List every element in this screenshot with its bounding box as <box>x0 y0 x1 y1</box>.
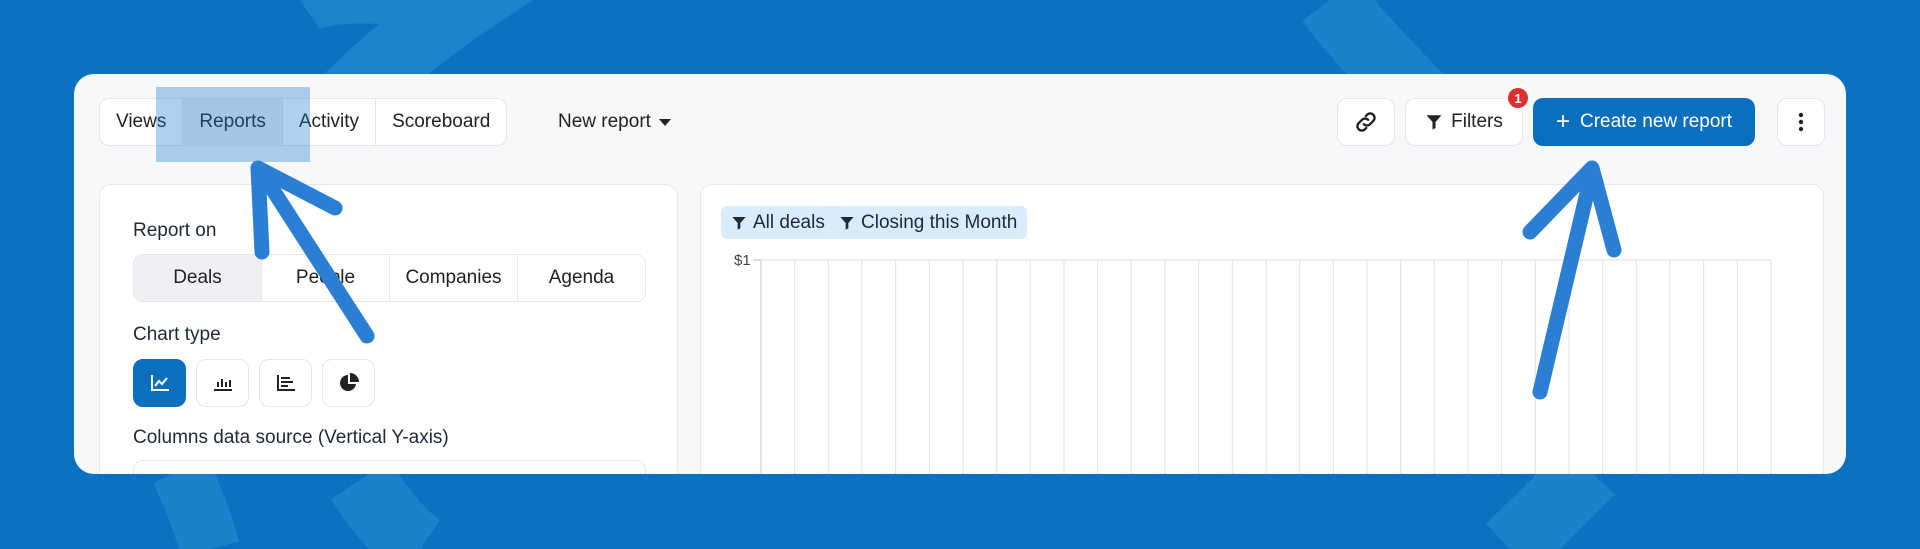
columns-source-label: Columns data source (Vertical Y-axis) <box>133 427 449 448</box>
caret-down-icon <box>658 118 671 126</box>
report-on-deals[interactable]: Deals <box>134 255 262 301</box>
chart-type-horizontal-bar-button[interactable] <box>259 359 312 407</box>
chart-preview-panel: All deals Closing this Month $1 <box>700 184 1824 474</box>
create-new-report-label: Create new report <box>1579 111 1733 132</box>
filters-count-badge: 1 <box>1506 86 1530 110</box>
report-on-label: Report on <box>133 220 217 241</box>
filters-label: Filters <box>1451 111 1503 132</box>
report-chart: $1 <box>734 252 1772 474</box>
line-chart-icon <box>150 375 169 391</box>
report-settings-panel: Report on Deals People Companies Agenda … <box>99 184 678 474</box>
pie-chart-icon <box>339 373 359 391</box>
chart-type-selector <box>133 359 375 407</box>
copy-link-button[interactable] <box>1337 98 1395 146</box>
view-tabs: Views Reports Activity Scoreboard <box>99 98 508 146</box>
app-window: Views Reports Activity Scoreboard New re… <box>74 74 1846 474</box>
columns-source-select[interactable] <box>133 460 646 474</box>
new-report-label: New report <box>558 111 651 132</box>
chart-type-line-button[interactable] <box>133 359 186 407</box>
tab-scoreboard[interactable]: Scoreboard <box>376 99 506 145</box>
new-report-dropdown[interactable]: New report <box>558 98 671 146</box>
bar-chart-icon <box>213 379 232 391</box>
filter-icon <box>1426 115 1442 130</box>
report-on-companies[interactable]: Companies <box>390 255 518 301</box>
horizontal-bar-chart-icon <box>276 375 295 391</box>
filters-button[interactable]: Filters <box>1405 98 1523 146</box>
more-options-button[interactable] <box>1777 98 1825 146</box>
link-icon <box>1356 112 1376 132</box>
tab-reports[interactable]: Reports <box>183 99 283 145</box>
chart-gridlines <box>760 260 1772 474</box>
create-new-report-button[interactable]: + Create new report <box>1533 98 1755 146</box>
plus-icon: + <box>1555 108 1570 135</box>
vertical-dots-icon <box>1798 112 1804 132</box>
chart-type-label: Chart type <box>133 324 221 345</box>
report-on-people[interactable]: People <box>262 255 390 301</box>
report-on-agenda[interactable]: Agenda <box>518 255 645 301</box>
chart-type-bar-button[interactable] <box>196 359 249 407</box>
report-on-selector: Deals People Companies Agenda <box>133 254 646 302</box>
tab-views[interactable]: Views <box>100 99 184 145</box>
tab-activity[interactable]: Activity <box>283 99 377 145</box>
y-axis-tick-label: $1 <box>734 252 751 269</box>
chart-type-pie-button[interactable] <box>322 359 375 407</box>
